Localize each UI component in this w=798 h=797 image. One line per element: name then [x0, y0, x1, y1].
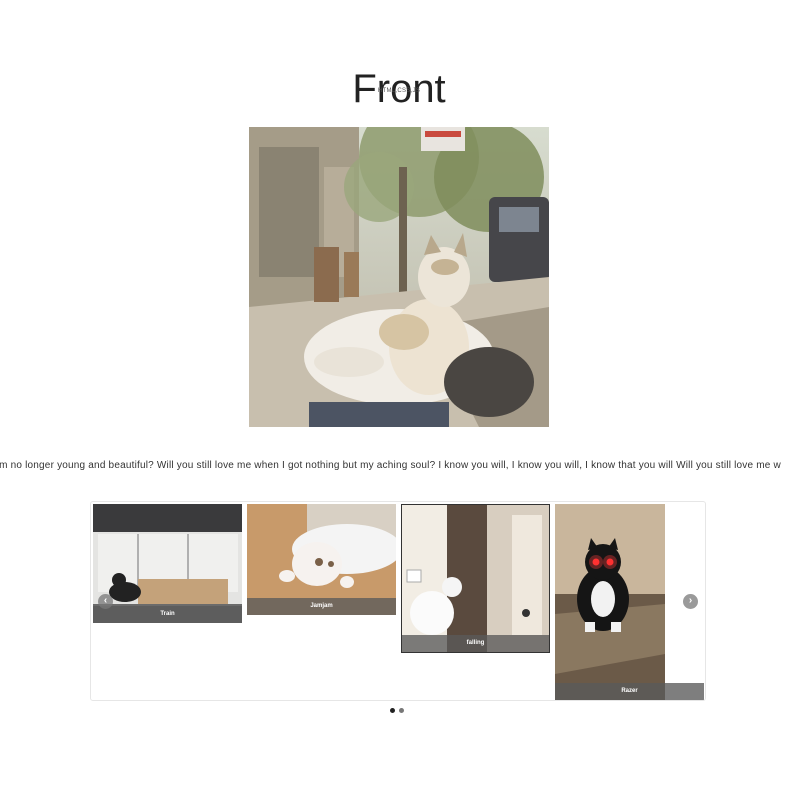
chevron-right-icon: › [688, 595, 693, 606]
carousel-prev-button[interactable]: ‹ [98, 594, 113, 609]
carousel-dot-1[interactable] [390, 708, 395, 713]
lyrics-text: I'm no longer young and beautiful? Will … [0, 460, 781, 471]
carousel-slide-jamjam[interactable]: Jamjam [247, 504, 396, 615]
falling-cat-photo-icon [402, 505, 549, 652]
slide-caption: falling [402, 635, 549, 652]
razer-cat-photo-icon [555, 504, 704, 700]
slide-caption: Jamjam [247, 598, 396, 615]
chevron-left-icon: ‹ [103, 595, 108, 606]
hero-image [249, 127, 549, 427]
slide-caption: Razer [555, 683, 704, 700]
page-subtitle: HTML,CSS,JS [377, 88, 421, 94]
carousel-slide-falling[interactable]: falling [401, 504, 550, 653]
slide-caption: Train [93, 606, 242, 623]
carousel-dot-2[interactable] [399, 708, 404, 713]
carousel-next-button[interactable]: › [683, 594, 698, 609]
scrolling-lyrics: I'm no longer young and beautiful? Will … [0, 460, 798, 474]
image-carousel[interactable]: Train Jamjam falling Razer ‹ › [90, 501, 706, 701]
carousel-slide-razer[interactable]: Razer [555, 504, 704, 700]
cat-photo-icon [249, 127, 549, 427]
page: Front HTML,CSS,JS I'm no longer young an… [0, 0, 798, 797]
carousel-pagination [390, 708, 410, 714]
carousel-slide-train[interactable]: Train [93, 504, 242, 623]
